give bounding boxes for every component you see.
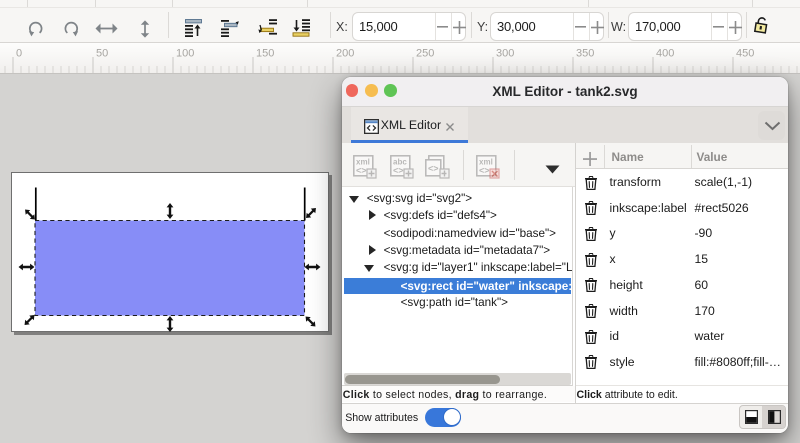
svg-text:400: 400 xyxy=(656,48,674,60)
svg-text:0: 0 xyxy=(16,48,22,60)
svg-text:200: 200 xyxy=(336,48,354,60)
svg-text:150: 150 xyxy=(256,48,274,60)
svg-text:<>: <> xyxy=(393,166,404,176)
svg-text:450: 450 xyxy=(736,48,754,60)
svg-text:100: 100 xyxy=(176,48,194,60)
svg-text:250: 250 xyxy=(416,48,434,60)
svg-text:300: 300 xyxy=(496,48,514,60)
svg-text:<>: <> xyxy=(356,166,367,176)
svg-text:50: 50 xyxy=(96,48,108,60)
svg-text:<>: <> xyxy=(479,166,490,176)
svg-text:350: 350 xyxy=(576,48,594,60)
svg-text:<>: <> xyxy=(428,164,439,174)
